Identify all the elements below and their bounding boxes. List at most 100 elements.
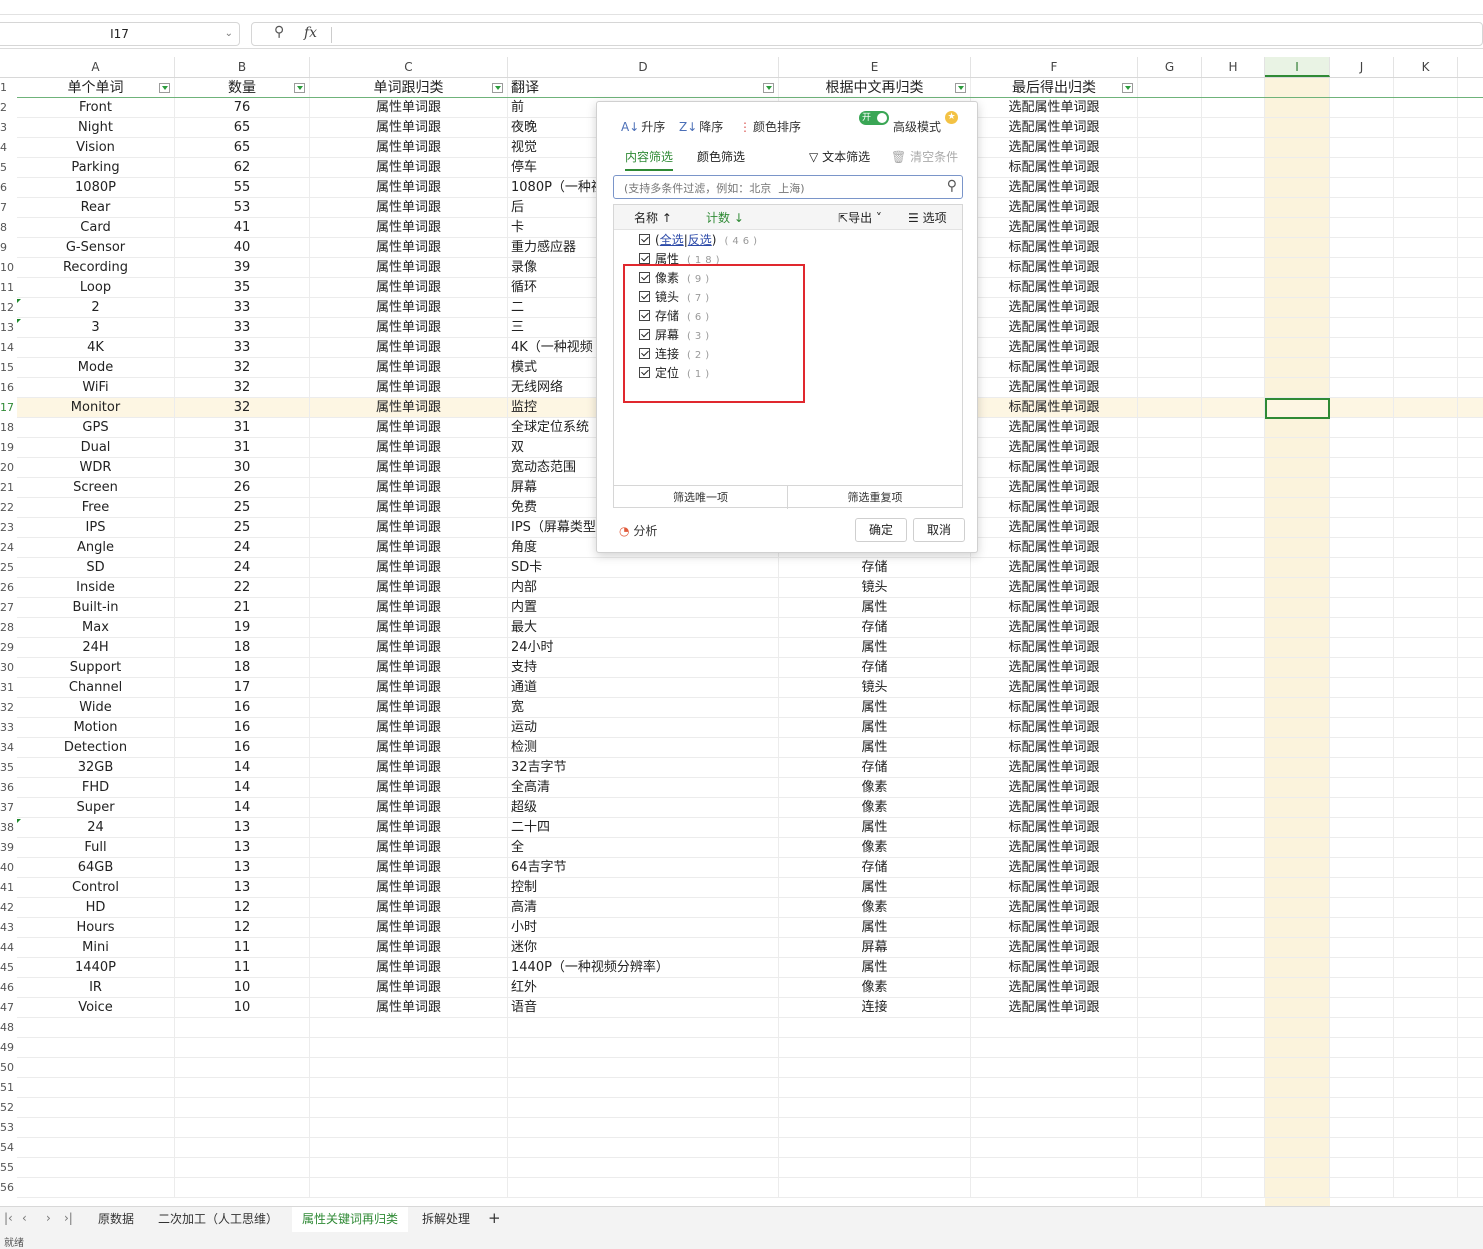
table-cell[interactable]: [1138, 498, 1202, 518]
table-cell[interactable]: [1265, 498, 1330, 518]
table-cell[interactable]: 25: [175, 518, 310, 538]
header-cell[interactable]: [1202, 78, 1265, 98]
table-cell[interactable]: [1138, 878, 1202, 898]
table-cell[interactable]: [1330, 218, 1394, 238]
row-header[interactable]: 31: [0, 681, 17, 694]
table-cell[interactable]: [1202, 298, 1265, 318]
table-cell[interactable]: 选配属性单词跟: [971, 678, 1138, 698]
row-header[interactable]: 3: [0, 121, 17, 134]
table-cell[interactable]: 选配属性单词跟: [971, 438, 1138, 458]
table-cell[interactable]: [1394, 1078, 1458, 1098]
table-cell[interactable]: [1330, 298, 1394, 318]
table-cell[interactable]: [1330, 138, 1394, 158]
active-cell-cursor[interactable]: [1265, 398, 1330, 419]
table-cell[interactable]: 选配属性单词跟: [971, 898, 1138, 918]
header-cell[interactable]: 单个单词: [17, 78, 175, 98]
table-cell[interactable]: [1394, 998, 1458, 1018]
table-cell[interactable]: Voice: [17, 998, 175, 1018]
table-cell[interactable]: [1138, 678, 1202, 698]
table-cell[interactable]: 存储: [779, 558, 971, 578]
table-cell[interactable]: 1080P: [17, 178, 175, 198]
column-header-g[interactable]: G: [1138, 57, 1202, 77]
ok-button[interactable]: 确定: [855, 518, 907, 542]
filter-dropdown-icon[interactable]: [492, 83, 503, 93]
table-cell[interactable]: [1202, 1078, 1265, 1098]
table-cell[interactable]: Mode: [17, 358, 175, 378]
table-cell[interactable]: [1394, 638, 1458, 658]
invert-link[interactable]: 反选: [688, 233, 712, 247]
table-cell[interactable]: [1265, 838, 1330, 858]
add-sheet-button[interactable]: +: [488, 1209, 501, 1227]
table-cell[interactable]: [1330, 198, 1394, 218]
table-cell[interactable]: [1394, 458, 1458, 478]
table-cell[interactable]: 属性单词跟: [310, 698, 508, 718]
table-cell[interactable]: [1265, 638, 1330, 658]
table-cell[interactable]: 属性单词跟: [310, 758, 508, 778]
table-cell[interactable]: [508, 1158, 779, 1178]
table-cell[interactable]: Night: [17, 118, 175, 138]
table-cell[interactable]: [1394, 438, 1458, 458]
table-cell[interactable]: [1138, 1018, 1202, 1038]
table-cell[interactable]: [175, 1058, 310, 1078]
table-cell[interactable]: [508, 1018, 779, 1038]
table-cell[interactable]: [1202, 1018, 1265, 1038]
table-cell[interactable]: [1394, 318, 1458, 338]
table-cell[interactable]: [1265, 578, 1330, 598]
filter-dropdown-icon[interactable]: [294, 83, 305, 93]
table-cell[interactable]: 选配属性单词跟: [971, 998, 1138, 1018]
sheet-tab[interactable]: 二次加工（人工思维）: [148, 1207, 288, 1232]
table-cell[interactable]: 属性单词跟: [310, 178, 508, 198]
table-cell[interactable]: [1330, 178, 1394, 198]
table-cell[interactable]: [1265, 678, 1330, 698]
table-cell[interactable]: [1330, 418, 1394, 438]
table-cell[interactable]: [1138, 958, 1202, 978]
table-cell[interactable]: [1394, 398, 1458, 418]
table-cell[interactable]: 全: [508, 838, 779, 858]
table-cell[interactable]: 选配属性单词跟: [971, 218, 1138, 238]
table-cell[interactable]: [1394, 498, 1458, 518]
table-cell[interactable]: [1138, 118, 1202, 138]
table-cell[interactable]: 属性单词跟: [310, 558, 508, 578]
row-header[interactable]: 2: [0, 101, 17, 114]
table-cell[interactable]: 属性单词跟: [310, 838, 508, 858]
table-cell[interactable]: 13: [175, 878, 310, 898]
table-cell[interactable]: 选配属性单词跟: [971, 558, 1138, 578]
table-cell[interactable]: [1330, 1058, 1394, 1078]
row-header[interactable]: 7: [0, 201, 17, 214]
row-header[interactable]: 12: [0, 301, 17, 314]
table-cell[interactable]: [1138, 938, 1202, 958]
table-cell[interactable]: 35: [175, 278, 310, 298]
table-cell[interactable]: 选配属性单词跟: [971, 838, 1138, 858]
table-cell[interactable]: [1202, 358, 1265, 378]
table-cell[interactable]: [1202, 498, 1265, 518]
next-sheet-icon[interactable]: ›: [46, 1211, 51, 1225]
table-cell[interactable]: Hours: [17, 918, 175, 938]
table-cell[interactable]: 选配属性单词跟: [971, 198, 1138, 218]
table-cell[interactable]: [1265, 1098, 1330, 1118]
table-cell[interactable]: [1138, 1078, 1202, 1098]
table-cell[interactable]: 属性单词跟: [310, 438, 508, 458]
row-header[interactable]: 21: [0, 481, 17, 494]
table-cell[interactable]: [1330, 98, 1394, 118]
table-cell[interactable]: [1138, 478, 1202, 498]
column-header-h[interactable]: H: [1202, 57, 1265, 77]
table-cell[interactable]: 39: [175, 258, 310, 278]
table-cell[interactable]: [1202, 338, 1265, 358]
table-cell[interactable]: Channel: [17, 678, 175, 698]
table-cell[interactable]: [175, 1158, 310, 1178]
table-cell[interactable]: [1394, 298, 1458, 318]
table-cell[interactable]: 语音: [508, 998, 779, 1018]
table-cell[interactable]: 76: [175, 98, 310, 118]
table-cell[interactable]: [971, 1018, 1138, 1038]
table-cell[interactable]: 21: [175, 598, 310, 618]
table-cell[interactable]: 标配属性单词跟: [971, 158, 1138, 178]
table-cell[interactable]: 16: [175, 718, 310, 738]
row-header[interactable]: 41: [0, 881, 17, 894]
table-cell[interactable]: [1138, 138, 1202, 158]
table-cell[interactable]: 标配属性单词跟: [971, 238, 1138, 258]
table-cell[interactable]: [1202, 798, 1265, 818]
table-cell[interactable]: Control: [17, 878, 175, 898]
row-header[interactable]: 56: [0, 1181, 17, 1194]
table-cell[interactable]: [1330, 258, 1394, 278]
table-cell[interactable]: [779, 1138, 971, 1158]
